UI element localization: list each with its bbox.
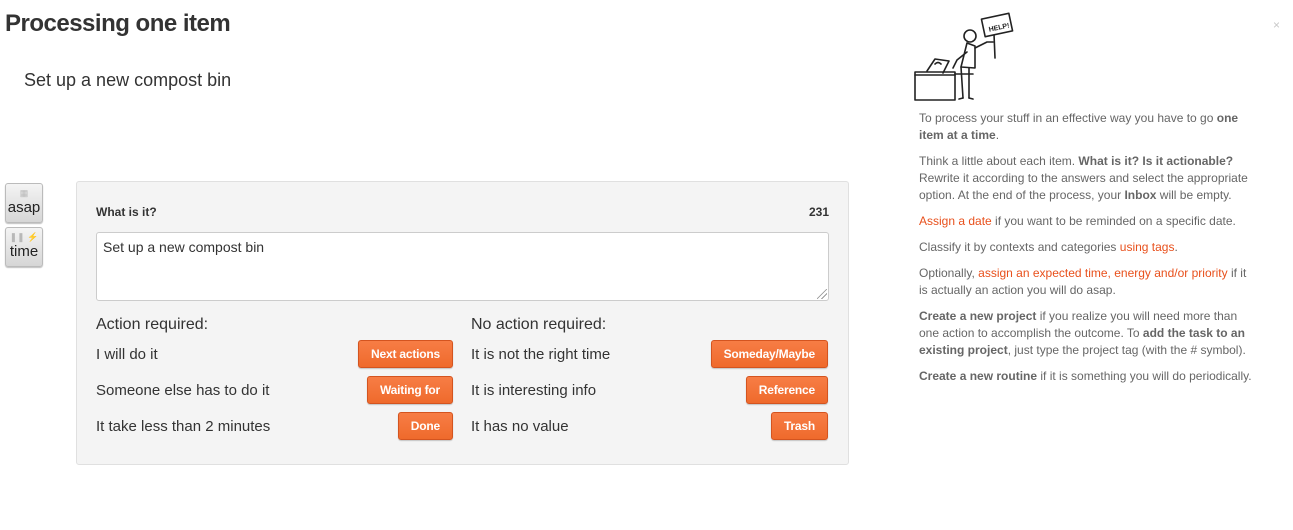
help-paragraph: Create a new project if you realize you …	[919, 308, 1254, 359]
list-item: It has no value Trash	[471, 412, 828, 448]
list-item: I will do it Next actions	[96, 340, 453, 376]
done-button[interactable]: Done	[397, 412, 453, 440]
process-panel: What is it? 231 Set up a new compost bin…	[76, 181, 849, 465]
help-bold: Inbox	[1124, 188, 1157, 202]
row-label: It is not the right time	[471, 346, 611, 363]
assign-time-energy-link[interactable]: assign an expected time, energy and/or p…	[978, 266, 1227, 280]
action-required-heading: Action required:	[96, 316, 209, 333]
list-item: It is not the right time Someday/Maybe	[471, 340, 828, 376]
help-bold: What is it? Is it actionable?	[1078, 154, 1234, 168]
row-label: It has no value	[471, 418, 569, 435]
help-paragraph: Create a new routine if it is something …	[919, 368, 1254, 385]
help-text: Think a little about each item.	[919, 154, 1079, 168]
help-text: Optionally,	[919, 266, 979, 280]
waiting-for-button[interactable]: Waiting for	[366, 376, 453, 404]
time-button[interactable]: ❚❚ ⚡ time	[5, 227, 43, 267]
action-required-column: Action required: I will do it Next actio…	[96, 316, 453, 448]
no-action-required-column: No action required: It is not the right …	[471, 316, 828, 448]
help-text: if it is something you will do periodica…	[1037, 369, 1252, 383]
help-paragraph: Optionally, assign an expected time, ene…	[919, 265, 1254, 299]
item-title: Set up a new compost bin	[24, 70, 232, 90]
what-is-it-label: What is it?	[96, 205, 157, 219]
pause-energy-icon: ❚❚ ⚡	[9, 232, 39, 242]
char-count: 231	[808, 205, 829, 219]
help-paragraph: Think a little about each item. What is …	[919, 153, 1254, 204]
row-label: It take less than 2 minutes	[96, 418, 271, 435]
help-text: .	[1174, 240, 1178, 254]
using-tags-link[interactable]: using tags	[1120, 240, 1175, 254]
item-textarea[interactable]: Set up a new compost bin	[96, 232, 829, 301]
time-label: time	[9, 243, 39, 260]
close-icon[interactable]: ×	[1273, 18, 1280, 32]
help-bold: Create a new project	[919, 309, 1037, 323]
help-illustration: HELP!	[914, 12, 1014, 101]
row-label: I will do it	[96, 346, 158, 363]
help-text: , just type the project tag (with the # …	[1007, 343, 1246, 357]
reference-button[interactable]: Reference	[745, 376, 828, 404]
list-item: Someone else has to do it Waiting for	[96, 376, 453, 412]
help-paragraph: Classify it by contexts and categories u…	[919, 239, 1254, 256]
help-panel: To process your stuff in an effective wa…	[919, 110, 1254, 394]
help-paragraph: To process your stuff in an effective wa…	[919, 110, 1254, 144]
asap-button[interactable]: ▦ asap	[5, 183, 43, 223]
help-text: will be empty.	[1156, 188, 1232, 202]
help-text: .	[995, 128, 1000, 142]
calendar-icon: ▦	[19, 188, 29, 198]
assign-date-link[interactable]: Assign a date	[919, 214, 992, 228]
trash-button[interactable]: Trash	[770, 412, 828, 440]
asap-label: asap	[7, 199, 41, 216]
no-action-required-heading: No action required:	[471, 316, 607, 333]
list-item: It is interesting info Reference	[471, 376, 828, 412]
row-label: It is interesting info	[471, 382, 597, 399]
someday-maybe-button[interactable]: Someday/Maybe	[710, 340, 828, 368]
next-actions-button[interactable]: Next actions	[358, 340, 453, 368]
row-label: Someone else has to do it	[96, 382, 270, 399]
help-paragraph: Assign a date if you want to be reminded…	[919, 213, 1254, 230]
resize-handle-icon[interactable]	[817, 289, 827, 299]
help-bold: Create a new routine	[919, 369, 1038, 383]
page-title: Processing one item	[5, 10, 231, 37]
help-text: Classify it by contexts and categories	[919, 240, 1120, 254]
list-item: It take less than 2 minutes Done	[96, 412, 453, 448]
help-text: To process your stuff in an effective wa…	[919, 111, 1217, 125]
help-text: if you want to be reminded on a specific…	[991, 214, 1236, 228]
